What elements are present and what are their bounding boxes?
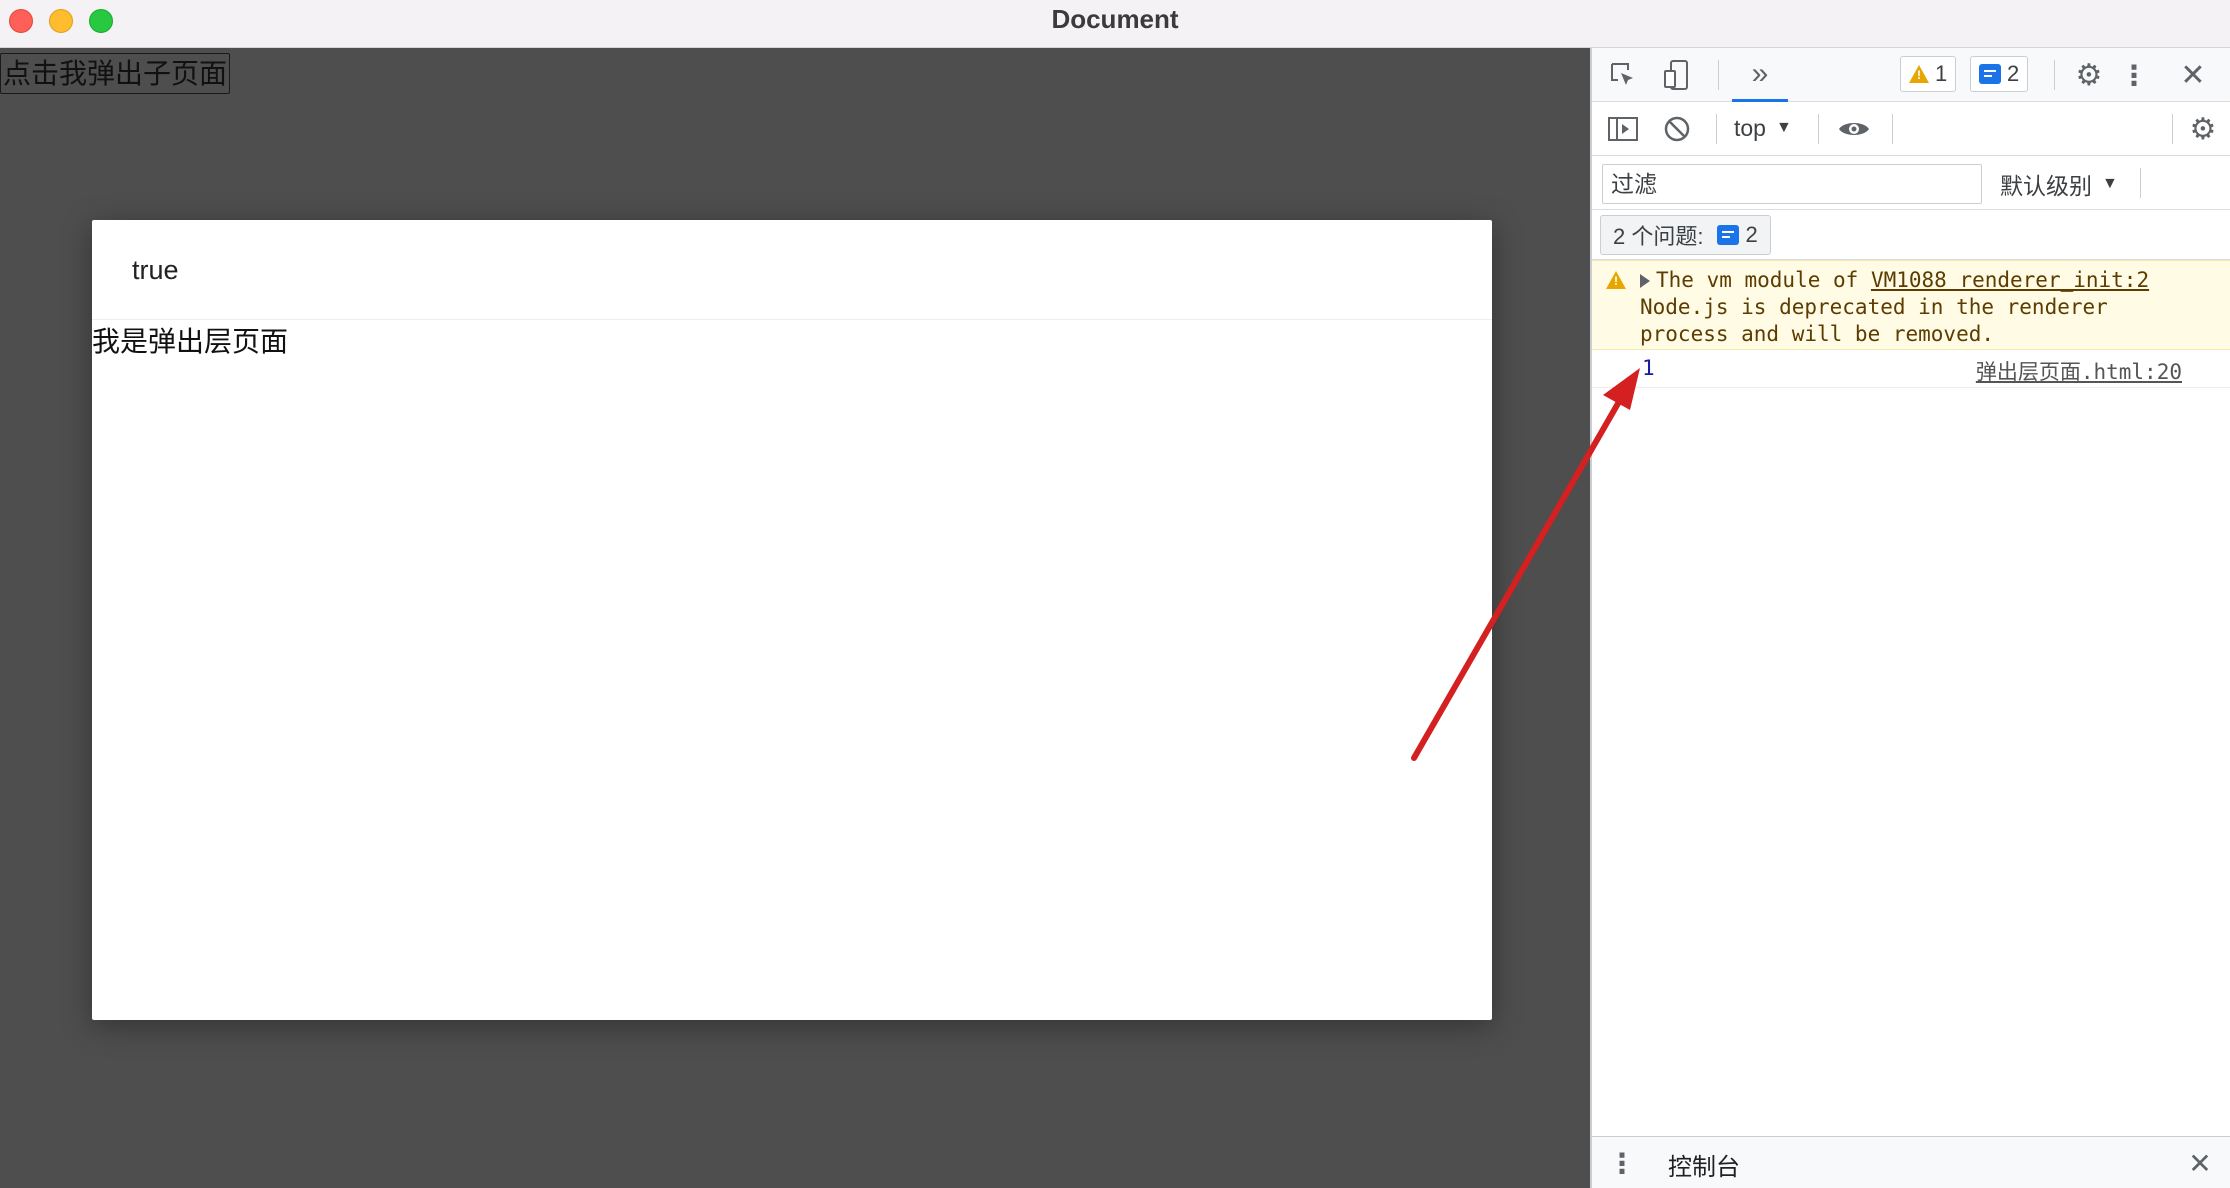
window-titlebar: Document [0, 0, 2230, 48]
console-toolbar: top ▼ ⚙ [1592, 102, 2230, 156]
console-log-message: 1 弹出层页面.html:20 [1592, 350, 2230, 388]
log-value: 1 [1642, 356, 1655, 380]
settings-gear-icon[interactable]: ⚙ [2072, 58, 2106, 92]
inspect-element-icon[interactable] [1608, 60, 1638, 90]
message-icon [1717, 225, 1740, 245]
devtools-main-toolbar: » ! 1 2 ⚙ ⋮ ✕ [1592, 48, 2230, 102]
issues-button[interactable]: 2 个问题: 2 [1600, 215, 1771, 255]
drawer-tab-console[interactable]: 控制台 [1668, 1147, 1740, 1182]
window-title: Document [1051, 4, 1179, 34]
dialog-body: 我是弹出层页面 [92, 325, 289, 358]
log-level-selector[interactable]: 默认级别 ▼ [2000, 164, 2118, 204]
warning-count: 1 [1935, 61, 1948, 86]
close-drawer-icon[interactable]: ✕ [2184, 1147, 2216, 1179]
device-toolbar-icon[interactable] [1662, 58, 1692, 92]
log-level-label: 默认级别 [2000, 173, 2092, 199]
close-devtools-icon[interactable]: ✕ [2176, 58, 2210, 92]
drawer-menu-icon[interactable]: ⋮ [1608, 1147, 1636, 1179]
warning-source-link[interactable]: VM1088 renderer_init:2 [1871, 268, 2149, 292]
issues-count: 2 [1745, 222, 1758, 247]
open-popup-button[interactable]: 点击我弹出子页面 [0, 53, 231, 94]
message-count-badge[interactable]: 2 [1970, 56, 2029, 92]
console-filter-row: 过滤 默认级别 ▼ [1592, 156, 2230, 210]
warning-icon: ! [1909, 65, 1929, 83]
warning-icon: ! [1606, 271, 1626, 289]
live-expression-eye-icon[interactable] [1836, 114, 1872, 144]
message-icon [1979, 64, 2001, 84]
issues-label: 2 个问题: [1613, 224, 1704, 249]
log-source-link[interactable]: 弹出层页面.html:20 [1976, 356, 2182, 386]
devtools-panel: » ! 1 2 ⚙ ⋮ ✕ top ▼ ⚙ 过滤 默认级别 ▼ 2 个问题: 2… [1590, 48, 2230, 1188]
expand-triangle-icon[interactable] [1640, 274, 1650, 288]
context-selector[interactable]: top ▼ [1734, 110, 1792, 146]
console-drawer: ⋮ 控制台 ✕ [1592, 1136, 2230, 1188]
warning-count-badge[interactable]: ! 1 [1900, 56, 1957, 92]
popup-dialog: true 我是弹出层页面 [92, 220, 1492, 1020]
dropdown-arrow-icon: ▼ [1775, 119, 1792, 136]
warning-text-continued: Node.js is deprecated in the renderer pr… [1640, 295, 2108, 346]
filter-input[interactable]: 过滤 [1602, 164, 1982, 204]
page-viewport: 点击我弹出子页面 true 我是弹出层页面 [0, 48, 1590, 1188]
warning-text: The vm module of [1656, 268, 1871, 292]
dialog-header: true [92, 220, 1492, 320]
message-count: 2 [2007, 61, 2020, 86]
issues-row: 2 个问题: 2 [1592, 210, 2230, 260]
console-settings-gear-icon[interactable]: ⚙ [2186, 112, 2220, 146]
dropdown-arrow-icon: ▼ [2102, 175, 2118, 192]
sidebar-toggle-icon[interactable] [1606, 114, 1640, 144]
context-label: top [1734, 114, 1766, 141]
console-warning-message: ! The vm module of VM1088 renderer_init:… [1592, 260, 2230, 350]
more-tabs-button[interactable]: » [1732, 48, 1788, 102]
clear-console-icon[interactable] [1662, 114, 1692, 144]
more-options-icon[interactable]: ⋮ [2120, 58, 2148, 92]
